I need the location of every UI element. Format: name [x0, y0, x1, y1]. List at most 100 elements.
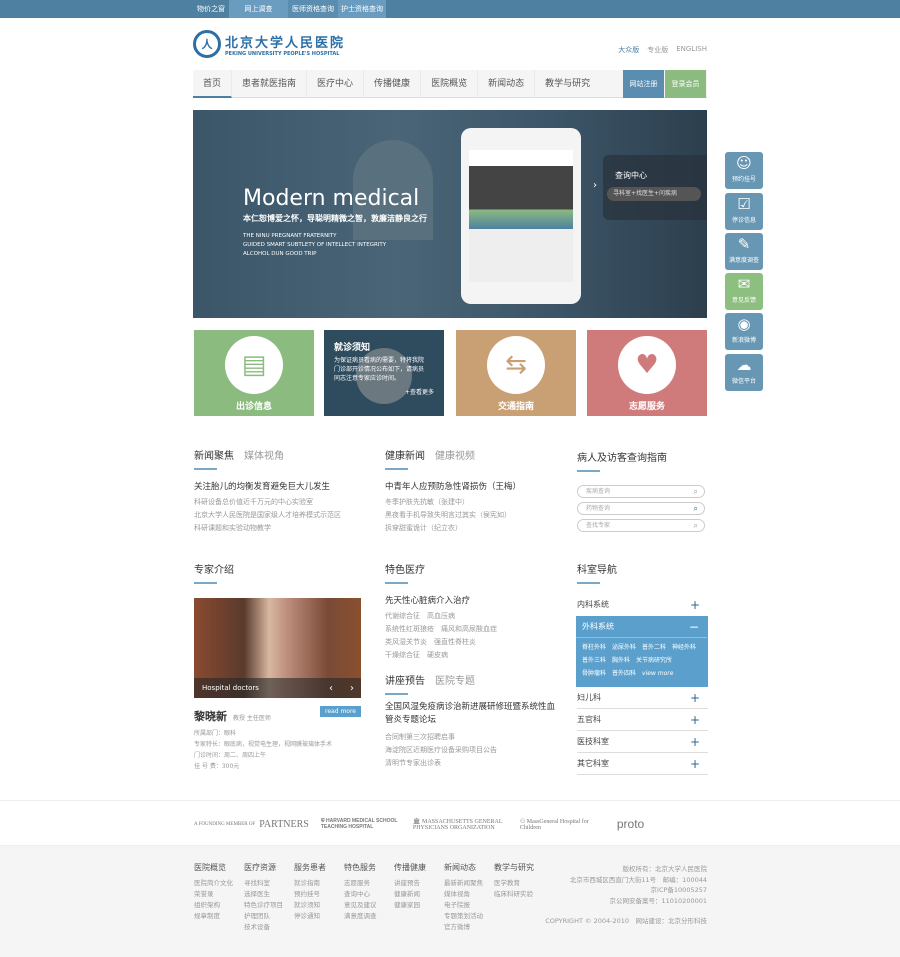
health-item[interactable]: 黑夜看手机导致失明言过其实（侯宪如）: [385, 509, 555, 522]
read-more-button[interactable]: read more: [320, 706, 361, 717]
footer-link[interactable]: 志愿服务: [344, 878, 377, 889]
footer-link[interactable]: 官方微博: [444, 922, 483, 933]
lecture-item[interactable]: 海淀院区近期医疗设备采购项目公告: [385, 744, 555, 757]
expert-name[interactable]: 黎晓新: [194, 708, 227, 724]
plus-icon[interactable]: +: [690, 687, 700, 709]
login-button[interactable]: 登录会员: [665, 70, 706, 98]
nav-news[interactable]: 新闻动态: [478, 70, 536, 98]
dept-ob-peds[interactable]: 妇儿科 +: [577, 687, 708, 709]
sub-dept-link[interactable]: 胸外科: [612, 654, 630, 667]
dept-medtech[interactable]: 医技科室 +: [577, 731, 708, 753]
minus-icon[interactable]: −: [689, 616, 699, 638]
sub-dept-link[interactable]: 脊柱外科: [582, 641, 606, 654]
footer-link[interactable]: 临床科研实验: [494, 889, 534, 900]
footer-link[interactable]: 选择医生: [244, 889, 283, 900]
top-link-survey[interactable]: 网上调查: [229, 0, 288, 18]
footer-link[interactable]: 满意度调查: [344, 911, 377, 922]
top-link-price[interactable]: 物价之窗: [193, 0, 229, 18]
disease-search[interactable]: 疾病查询 ⌕: [577, 485, 705, 498]
nav-teaching[interactable]: 教学与研究: [535, 70, 600, 98]
special-item[interactable]: 强直性脊柱炎: [434, 638, 476, 646]
search-icon[interactable]: ⌕: [694, 486, 698, 497]
side-suspension[interactable]: ☑ 停诊信息: [725, 193, 763, 230]
special-item[interactable]: 类风湿关节炎: [385, 638, 427, 646]
harvard-logo[interactable]: ⛨ HARVARD MEDICAL SCHOOL TEACHING HOSPIT…: [321, 818, 401, 830]
tab-news-focus[interactable]: 新闻聚焦: [194, 447, 234, 462]
plus-icon[interactable]: +: [690, 594, 700, 616]
footer-link[interactable]: 电子院报: [444, 900, 483, 911]
sub-dept-link[interactable]: 普外四科: [612, 667, 636, 680]
footer-link[interactable]: 健康新闻: [394, 889, 426, 900]
tab-lecture[interactable]: 讲座预告: [385, 672, 425, 687]
sub-dept-link[interactable]: 泌尿外科: [612, 641, 636, 654]
footer-link[interactable]: 健康家园: [394, 900, 426, 911]
dept-internal[interactable]: 内科系统 +: [577, 594, 708, 616]
partners-logo[interactable]: PARTNERS: [259, 819, 309, 830]
side-appointment[interactable]: ☺ 预约挂号: [725, 152, 763, 189]
news-item[interactable]: 科研设备总价值近千万元的中心实验室: [194, 496, 364, 509]
plus-icon[interactable]: +: [690, 753, 700, 775]
footer-link[interactable]: 就诊须知: [294, 900, 326, 911]
side-weibo[interactable]: ◉ 新浪微博: [725, 313, 763, 350]
sub-dept-link[interactable]: 普外三科: [582, 654, 606, 667]
footer-link[interactable]: 停诊通知: [294, 911, 326, 922]
mgpo-logo[interactable]: 🏛 MASSACHUSETTS GENERAL PHYSICIANS ORGAN…: [413, 818, 508, 831]
lang-english[interactable]: ENGLISH: [676, 45, 707, 55]
special-item[interactable]: 硬皮病: [427, 651, 448, 659]
health-item[interactable]: 冬季护肤先抗敏（张建中）: [385, 496, 555, 509]
side-survey[interactable]: ✎ 满意度调查: [725, 233, 763, 270]
special-item[interactable]: 代谢综合征: [385, 612, 420, 620]
tile-volunteer[interactable]: ♥ 志愿服务: [587, 330, 707, 416]
tile-clinic-info[interactable]: ▤ 出诊信息: [194, 330, 314, 416]
special-item[interactable]: 系统性红斑狼疮: [385, 625, 434, 633]
special-headline[interactable]: 先天性心脏病介入治疗: [385, 594, 555, 606]
next-arrow-icon[interactable]: ›: [350, 683, 354, 694]
side-wechat[interactable]: ☁ 微信平台: [725, 354, 763, 391]
footer-link[interactable]: 特色诊疗项目: [244, 900, 283, 911]
lang-public[interactable]: 大众版: [618, 45, 639, 55]
expert-search[interactable]: 查找专家 ⌕: [577, 519, 705, 532]
footer-link[interactable]: 查询中心: [344, 889, 377, 900]
nav-medical-center[interactable]: 医疗中心: [307, 70, 365, 98]
footer-link[interactable]: 寻找科室: [244, 878, 283, 889]
nav-guide[interactable]: 患者就医指南: [232, 70, 308, 98]
footer-link[interactable]: 就诊指南: [294, 878, 326, 889]
footer-link[interactable]: 媒体视角: [444, 889, 483, 900]
lang-pro[interactable]: 专业版: [647, 45, 668, 55]
plus-icon[interactable]: +: [690, 731, 700, 753]
footer-link[interactable]: 医学教育: [494, 878, 534, 889]
prev-arrow-icon[interactable]: ‹: [329, 683, 333, 694]
mghfc-logo[interactable]: ⚇ MassGeneral Hospital for Children: [520, 818, 605, 831]
footer-link[interactable]: 意见及建议: [344, 900, 377, 911]
sub-dept-link[interactable]: 关节病研究所: [636, 654, 672, 667]
top-link-nurse-query[interactable]: 护士资格查询: [338, 0, 386, 18]
tab-media[interactable]: 媒体视角: [244, 447, 284, 462]
news-item[interactable]: 科研课题和实验动物教学: [194, 522, 364, 535]
footer-link[interactable]: 护理团队: [244, 911, 283, 922]
dept-other[interactable]: 其它科室 +: [577, 753, 708, 775]
hero-banner[interactable]: Modern medical 本仁恕博爱之怀，导聪明精微之智，敦廉洁静良之行 T…: [193, 110, 707, 318]
plus-icon[interactable]: +: [690, 709, 700, 731]
search-icon[interactable]: ⌕: [694, 520, 698, 531]
query-input[interactable]: 寻科室+找医生+问疾病: [607, 187, 701, 201]
tab-topics[interactable]: 医院专题: [435, 672, 475, 687]
nav-health[interactable]: 传播健康: [364, 70, 422, 98]
sub-dept-link[interactable]: 骨肿瘤科: [582, 667, 606, 680]
lecture-item[interactable]: 清明节专家出诊表: [385, 757, 555, 770]
news-item[interactable]: 北京大学人民医院是国家级人才培养模式示范区: [194, 509, 364, 522]
special-item[interactable]: 痛风和高尿酸血症: [441, 625, 497, 633]
tab-health-video[interactable]: 健康视频: [435, 447, 475, 462]
special-item[interactable]: 高血压病: [427, 612, 455, 620]
lecture-headline[interactable]: 全国风湿免疫病诊治新进展研修班暨系统性血管炎专题论坛: [385, 701, 555, 727]
dept-ent[interactable]: 五官科 +: [577, 709, 708, 731]
sub-dept-link[interactable]: 普外二科: [642, 641, 666, 654]
sub-dept-link[interactable]: view more: [642, 667, 673, 680]
tile-visit-notice[interactable]: 就诊须知 为保证病员看病的需要，特将我院门诊部开诊情况公布如下，请病员同志注意专…: [324, 330, 444, 416]
dept-surgery[interactable]: 外科系统 −: [576, 616, 707, 638]
footer-link[interactable]: 讲座预告: [394, 878, 426, 889]
register-button[interactable]: 网站注册: [623, 70, 664, 98]
health-headline[interactable]: 中青年人应预防急性肾损伤（王梅）: [385, 480, 555, 492]
health-item[interactable]: 拆穿甜蜜诡计（纪立农）: [385, 522, 555, 535]
sub-dept-link[interactable]: 神经外科: [672, 641, 696, 654]
tab-health-news[interactable]: 健康新闻: [385, 447, 425, 462]
